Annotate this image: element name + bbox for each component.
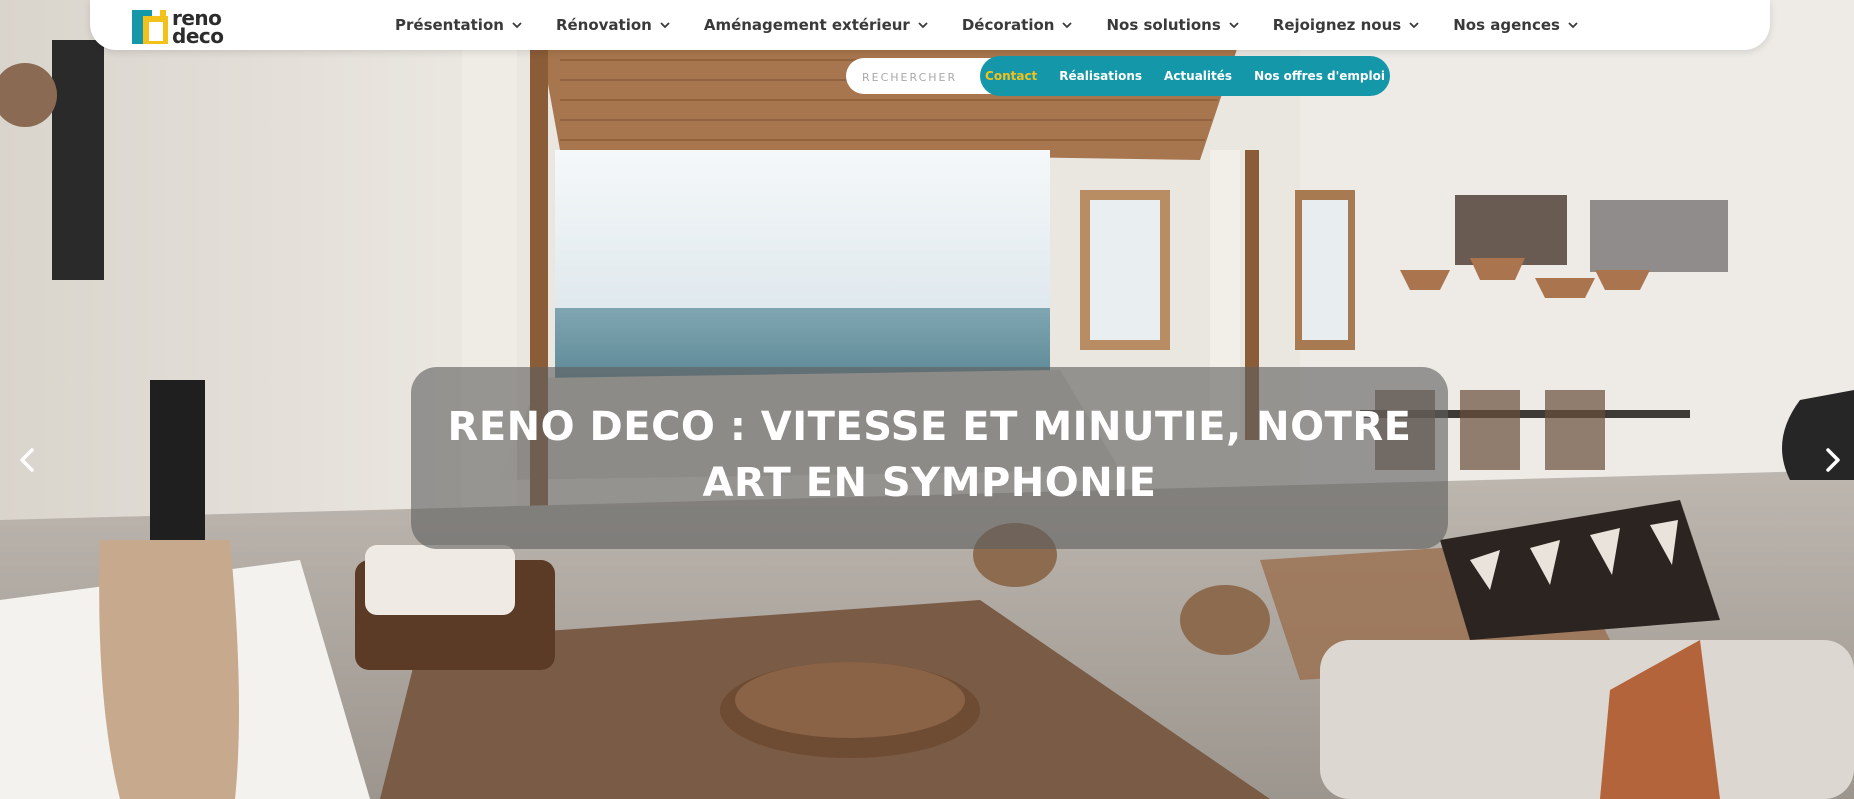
- chevron-down-icon: [1229, 22, 1239, 29]
- menu-item-label: Rénovation: [555, 16, 652, 34]
- subnav-link-actualites[interactable]: Actualités: [1153, 69, 1243, 83]
- top-navigation-bar: reno deco Présentation Rénovation Aménag…: [90, 0, 1770, 50]
- menu-item-nos-solutions[interactable]: Nos solutions: [1089, 16, 1255, 34]
- main-menu: Présentation Rénovation Aménagement exté…: [378, 0, 1595, 50]
- search-input[interactable]: [846, 58, 994, 96]
- logo-text-line2: deco: [172, 24, 224, 48]
- slider-next-button[interactable]: [1818, 440, 1848, 480]
- menu-item-label: Nos solutions: [1106, 16, 1221, 34]
- chevron-down-icon: [660, 22, 670, 29]
- site-logo[interactable]: reno deco: [132, 8, 242, 46]
- menu-item-label: Nos agences: [1453, 16, 1560, 34]
- menu-item-label: Décoration: [961, 16, 1055, 34]
- slide-caption-box: RENO DECO : VITESSE ET MINUTIE, NOTRE AR…: [411, 367, 1448, 549]
- menu-item-presentation[interactable]: Présentation: [378, 16, 539, 34]
- subnav-link-contact[interactable]: Contact: [974, 69, 1048, 83]
- slide-title-line1: RENO DECO : VITESSE ET MINUTIE, NOTRE: [447, 404, 1412, 450]
- menu-item-label: Aménagement extérieur: [703, 16, 910, 34]
- chevron-down-icon: [1568, 22, 1578, 29]
- chevron-down-icon: [1062, 22, 1073, 29]
- menu-item-renovation[interactable]: Rénovation: [539, 16, 687, 34]
- chevron-left-icon: [20, 448, 34, 472]
- menu-item-amenagement-exterieur[interactable]: Aménagement extérieur: [687, 16, 945, 34]
- chevron-right-icon: [1826, 448, 1840, 472]
- slide-title: RENO DECO : VITESSE ET MINUTIE, NOTRE AR…: [411, 399, 1448, 511]
- menu-item-decoration[interactable]: Décoration: [945, 16, 1090, 34]
- menu-item-label: Rejoignez nous: [1272, 16, 1402, 34]
- slider-prev-button[interactable]: [12, 440, 42, 480]
- slide-title-line2: ART EN SYMPHONIE: [702, 460, 1157, 506]
- subnav-link-offres-emploi[interactable]: Nos offres d'emploi: [1243, 69, 1396, 83]
- menu-item-nos-agences[interactable]: Nos agences: [1436, 16, 1595, 34]
- menu-item-label: Présentation: [395, 16, 504, 34]
- chevron-down-icon: [1409, 22, 1419, 29]
- logo-mark-icon: [132, 10, 168, 44]
- secondary-navigation: Contact Réalisations Actualités Nos offr…: [980, 56, 1390, 96]
- menu-item-rejoignez-nous[interactable]: Rejoignez nous: [1256, 16, 1436, 34]
- chevron-down-icon: [512, 22, 522, 29]
- chevron-down-icon: [918, 22, 928, 29]
- subnav-link-realisations[interactable]: Réalisations: [1048, 69, 1153, 83]
